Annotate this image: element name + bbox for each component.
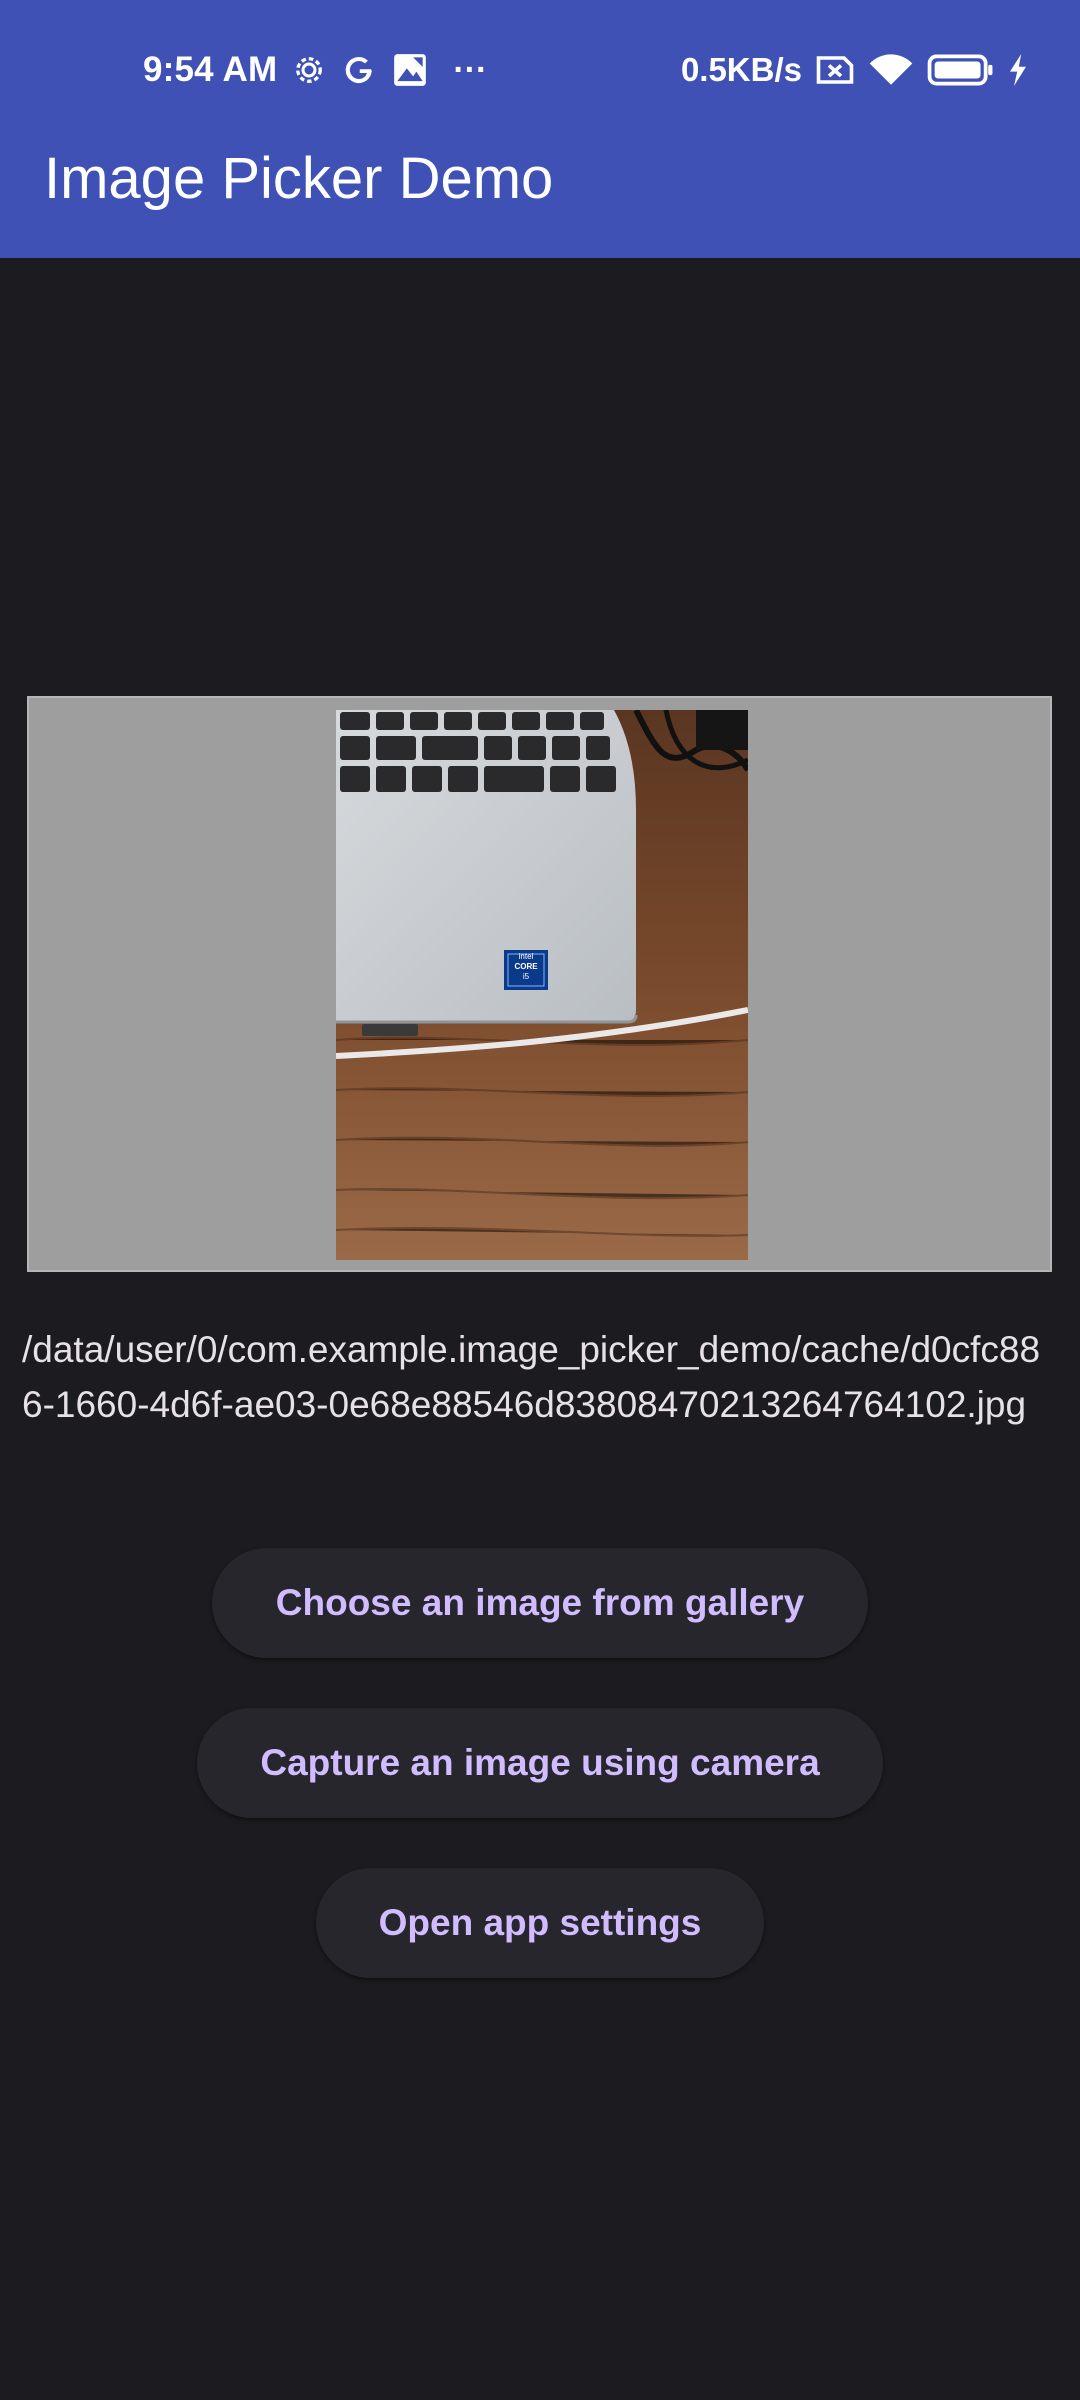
status-time: 9:54 AM [143,50,278,89]
sim-error-icon [814,52,856,88]
image-preview-frame: intel CORE i5 [27,696,1052,1272]
status-left-group: 9:54 AM ··· [143,46,487,94]
open-app-settings-button[interactable]: Open app settings [316,1868,764,1978]
network-speed: 0.5KB/s [680,51,802,88]
battery-icon [926,53,996,87]
wifi-icon [868,52,914,88]
gear-icon [291,52,327,88]
app-bar: Image Picker Demo [0,140,1080,258]
charging-bolt-icon [1008,54,1028,86]
status-bar: 9:54 AM ··· 0.5KB/s [0,0,1080,140]
more-notifications-indicator: ··· [453,50,488,89]
processor-sticker-text: intel CORE i5 [506,952,546,982]
gallery-notification-icon [391,51,429,89]
choose-from-gallery-button[interactable]: Choose an image from gallery [212,1548,868,1658]
status-right-group: 0.5KB/s [681,46,1028,94]
app-title: Image Picker Demo [44,146,554,211]
picked-photo: intel CORE i5 [336,710,748,1260]
capture-with-camera-button[interactable]: Capture an image using camera [197,1708,883,1818]
file-path-text: /data/user/0/com.example.image_picker_de… [22,1329,1041,1425]
sticker-line-3: i5 [522,972,530,981]
google-icon [341,52,377,88]
sticker-line-1: intel [518,952,534,961]
sticker-line-2: CORE [514,962,538,971]
